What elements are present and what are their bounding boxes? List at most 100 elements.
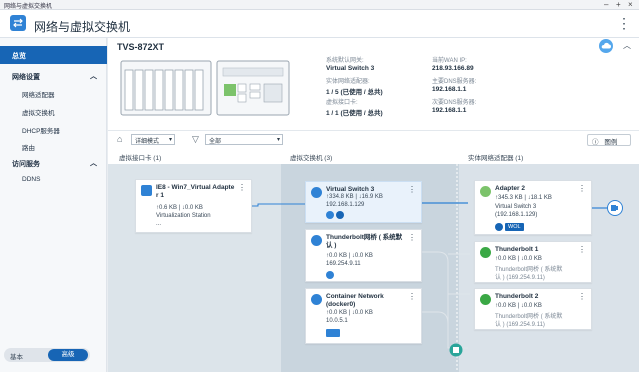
close-icon[interactable]: × bbox=[628, 0, 633, 9]
thunderbolt-icon bbox=[480, 294, 491, 305]
physical-adapter-card-3[interactable]: Thunderbolt 2 ⋮ ↑0.0 KB | ↓0.0 KB Thunde… bbox=[474, 288, 592, 330]
vswitch-title: Container Network (docker0) bbox=[326, 293, 384, 309]
physical-adapters-info: 实体网络适配器: 1 / 5 (已使用 / 总共) bbox=[326, 76, 383, 96]
thunderbolt-icon bbox=[326, 271, 334, 279]
filter-icon[interactable]: ▽ bbox=[192, 134, 199, 145]
vm-icon bbox=[141, 185, 152, 196]
wan-ip-label: 当前WAN IP: bbox=[432, 58, 467, 64]
window-titlebar: 网络与虚拟交换机 – + × bbox=[0, 0, 639, 10]
adapter-traffic: ↑0.0 KB | ↓0.0 KB bbox=[495, 303, 542, 309]
mode-toggle[interactable]: 基本 高级 bbox=[4, 348, 90, 362]
physical-adapter-card-1[interactable]: Adapter 2 ⋮ ↑345.3 KB | ↓18.1 KB Virtual… bbox=[474, 180, 592, 235]
virtual-ports-value: 1 / 1 (已使用 / 总共) bbox=[326, 110, 383, 117]
adapter-ip: 认 ) (169.254.9.11) bbox=[495, 275, 545, 281]
vswitch-ip: 169.254.9.11 bbox=[326, 261, 361, 267]
sidebar-group-network-settings[interactable]: 网络设置 ︿ bbox=[0, 68, 107, 84]
sidebar-item-virtual-switch[interactable]: 虚拟交换机 bbox=[22, 107, 55, 117]
vswitch-card-1[interactable]: Virtual Switch 3 ⋮ ↑334.8 KB | ↓16.9 KB … bbox=[305, 181, 422, 223]
secondary-dns-info: 次要DNS服务器: 192.168.1.1 bbox=[432, 97, 476, 114]
device-name: TVS-872XT bbox=[117, 42, 165, 52]
chevron-up-icon: ︿ bbox=[90, 73, 97, 80]
home-icon[interactable]: ⌂ bbox=[117, 134, 122, 144]
adapter-title: Thunderbolt 2 bbox=[495, 293, 539, 300]
view-mode-value: 详细模式 bbox=[135, 139, 160, 145]
physical-adapters-label: 实体网络适配器: bbox=[326, 79, 370, 85]
adapter-traffic: ↑0.0 KB | ↓0.0 KB bbox=[495, 256, 542, 262]
vswitch-ip: 192.168.1.129 bbox=[326, 202, 365, 208]
vswitch-traffic: ↑0.0 KB | ↓0.0 KB bbox=[326, 253, 373, 259]
vswitch-title-line: (docker0) bbox=[326, 301, 356, 308]
legend-button[interactable]: ⓘ 图例 bbox=[587, 134, 631, 146]
sidebar-group-label: 网络设置 bbox=[12, 74, 40, 81]
adapter-ip: (192.168.1.129) bbox=[495, 212, 538, 218]
card-menu-icon[interactable]: ⋮ bbox=[408, 292, 416, 301]
sidebar-item-dhcp-server[interactable]: DHCP服务器 bbox=[22, 125, 60, 135]
sidebar: 总览 网络设置 ︿ 网络适配器 虚拟交换机 DHCP服务器 路由 访问服务 ︿ … bbox=[0, 38, 107, 372]
card-menu-icon[interactable]: ⋮ bbox=[578, 245, 586, 254]
sidebar-item-routing[interactable]: 路由 bbox=[22, 142, 35, 152]
virtual-ports-info: 虚拟接口卡: 1 / 1 (已使用 / 总共) bbox=[326, 97, 383, 117]
vnic-title-line: r 1 bbox=[156, 192, 164, 199]
topology-toolbar: ⌂ 详细模式 ▾ ▽ 全部 ▾ ⓘ 图例 bbox=[108, 130, 639, 148]
wan-ip-info: 当前WAN IP: 218.93.166.89 bbox=[432, 55, 474, 72]
maximize-icon[interactable]: + bbox=[616, 0, 621, 9]
vswitch-card-3[interactable]: Container Network (docker0) ⋮ ↑0.0 KB | … bbox=[305, 288, 422, 344]
secondary-dns-value: 192.168.1.1 bbox=[432, 107, 467, 114]
primary-dns-info: 主要DNS服务器: 192.168.1.1 bbox=[432, 76, 476, 93]
filter-select[interactable]: 全部 ▾ bbox=[205, 134, 283, 145]
topology-canvas: IE8 - Win7_Virtual Adapte r 1 ⋮ ↑0.6 KB … bbox=[108, 164, 639, 372]
vnic-traffic: ↑0.6 KB | ↓0.0 KB bbox=[156, 205, 203, 211]
column-header-virtual-nic: 虚拟接口卡 (1) bbox=[119, 155, 162, 162]
view-mode-select[interactable]: 详细模式 ▾ bbox=[131, 134, 175, 145]
vswitch-title: Thunderbolt网桥 ( 系统默 认 ) bbox=[326, 234, 402, 250]
virtual-nic-title: IE8 - Win7_Virtual Adapte r 1 bbox=[156, 184, 234, 200]
container-icon bbox=[326, 329, 340, 337]
sidebar-item-overview[interactable]: 总览 bbox=[0, 46, 107, 64]
network-switch-app-icon bbox=[10, 15, 26, 31]
adapter-switch: Virtual Switch 3 bbox=[495, 204, 537, 210]
physical-adapters-value: 1 / 5 (已使用 / 总共) bbox=[326, 89, 383, 96]
chevron-down-icon: ▾ bbox=[168, 137, 172, 143]
minimize-icon[interactable]: – bbox=[604, 0, 608, 9]
card-menu-icon[interactable]: ⋮ bbox=[238, 183, 246, 192]
physical-adapter-card-2[interactable]: Thunderbolt 1 ⋮ ↑0.0 KB | ↓0.0 KB Thunde… bbox=[474, 241, 592, 283]
sidebar-item-network-adapters[interactable]: 网络适配器 bbox=[22, 89, 55, 99]
sidebar-group-access-services[interactable]: 访问服务 ︿ bbox=[0, 155, 107, 171]
vswitch-title: Virtual Switch 3 bbox=[326, 186, 375, 193]
vswitch-traffic: ↑334.8 KB | ↓16.9 KB bbox=[326, 194, 383, 200]
card-menu-icon[interactable]: ⋮ bbox=[578, 184, 586, 193]
cloud-icon[interactable] bbox=[599, 39, 613, 53]
dhcp-icon bbox=[326, 211, 334, 219]
virtual-switch-icon bbox=[311, 235, 322, 246]
app-title: 网络与虚拟交换机 bbox=[34, 20, 131, 34]
collapse-chevron-icon[interactable]: ︿ bbox=[623, 40, 631, 51]
chevron-down-icon: ▾ bbox=[276, 137, 280, 143]
vswitch-title-line: Container Network bbox=[326, 293, 384, 300]
chevron-up-icon: ︿ bbox=[90, 160, 97, 167]
virtual-nic-card[interactable]: IE8 - Win7_Virtual Adapte r 1 ⋮ ↑0.6 KB … bbox=[135, 179, 252, 233]
adapter-ip: 认 ) (169.254.9.11) bbox=[495, 322, 545, 328]
more-options-icon[interactable]: ⋮ bbox=[617, 15, 631, 32]
main-content: TVS-872XT ︿ 系统默认网关: Virtual Switch 3 实体网… bbox=[108, 38, 639, 372]
vnic-extra: ... bbox=[156, 221, 162, 227]
vswitch-ip: 10.0.5.1 bbox=[326, 318, 348, 324]
vswitch-card-2[interactable]: Thunderbolt网桥 ( 系统默 认 ) ⋮ ↑0.0 KB | ↓0.0… bbox=[305, 229, 422, 282]
mode-advanced-option[interactable]: 高级 bbox=[48, 349, 88, 361]
vswitch-title-line: 认 ) bbox=[326, 242, 337, 249]
mode-basic-option[interactable]: 基本 bbox=[10, 351, 23, 361]
card-menu-icon[interactable]: ⋮ bbox=[408, 233, 416, 242]
card-menu-icon[interactable]: ⋮ bbox=[408, 185, 416, 194]
card-menu-icon[interactable]: ⋮ bbox=[578, 292, 586, 301]
virtual-switch-icon bbox=[311, 187, 322, 198]
vnic-station: Virtualization Station bbox=[156, 213, 211, 219]
virtual-ports-label: 虚拟接口卡: bbox=[326, 100, 358, 106]
sidebar-item-ddns[interactable]: DDNS bbox=[22, 176, 40, 183]
app-header: 网络与虚拟交换机 ⋮ bbox=[0, 10, 639, 38]
vswitch-title-line: Thunderbolt网桥 ( 系统默 bbox=[326, 234, 403, 241]
globe-icon bbox=[336, 211, 344, 219]
wol-badge: WOL bbox=[505, 223, 524, 231]
adapter-title: Thunderbolt 1 bbox=[495, 246, 539, 253]
adapter-title: Adapter 2 bbox=[495, 185, 525, 192]
globe-icon bbox=[495, 223, 503, 231]
nas-device-image bbox=[120, 60, 290, 116]
